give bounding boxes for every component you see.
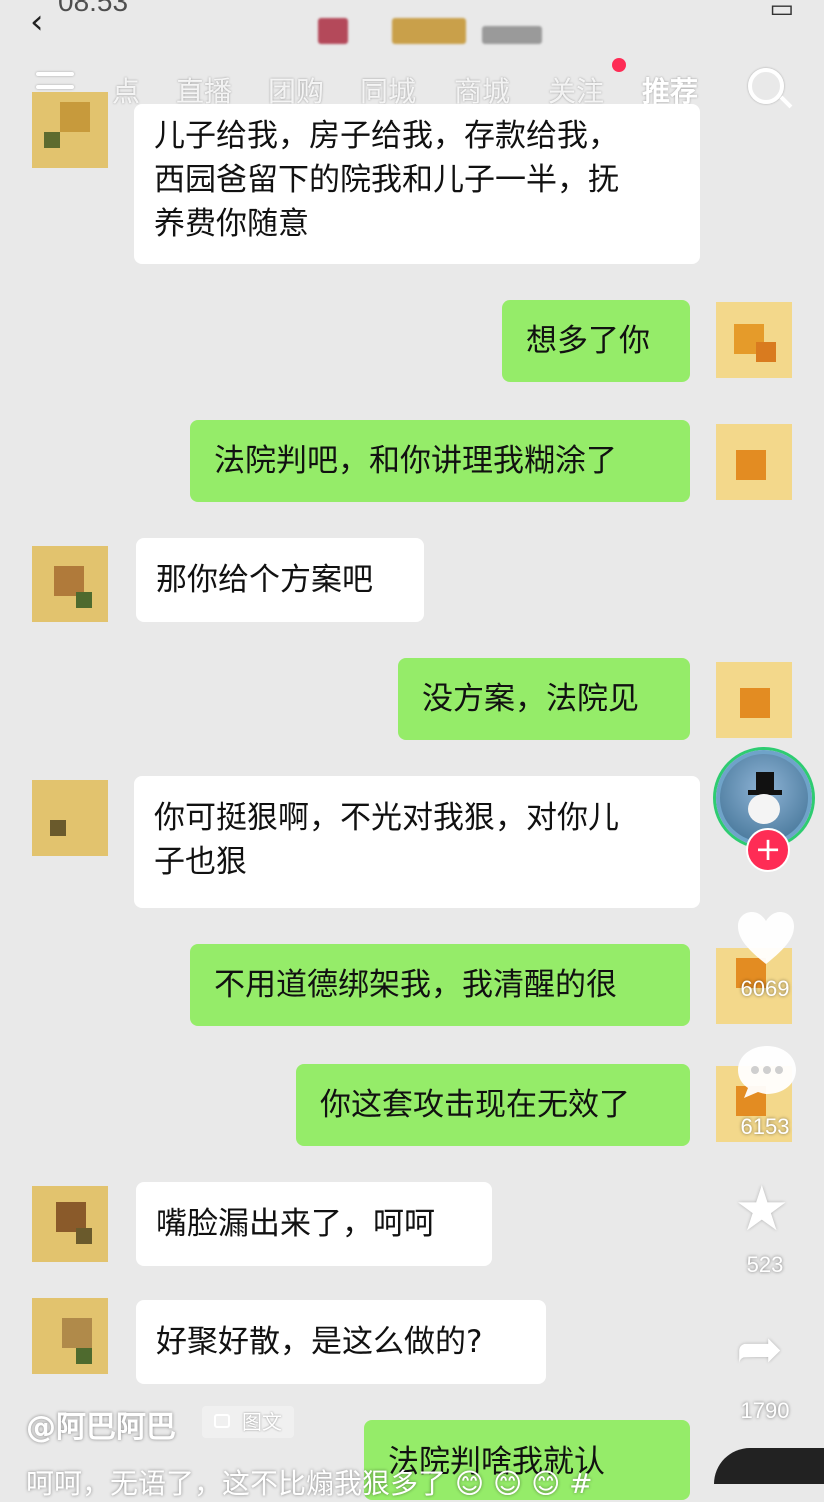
message-line: 子也狠 (154, 844, 247, 880)
chat-bubble-incoming: 你可挺狠啊，不光对我狠，对你儿 子也狠 (134, 776, 700, 908)
message-line: 西园爸留下的院我和儿子一半，抚 (154, 162, 619, 198)
contact-avatar (32, 1186, 108, 1262)
chat-bubble-outgoing: 没方案，法院见 (398, 658, 690, 740)
message-line: 儿子给我，房子给我，存款给我， (154, 118, 619, 154)
post-type-label: 图文 (242, 1410, 282, 1434)
post-caption[interactable]: 呵呵，无语了，这不比煽我狠多了 😊 😊 😊 # (26, 1462, 593, 1502)
chat-bubble-outgoing: 想多了你 (502, 300, 690, 382)
tab-dian[interactable]: 点 (112, 70, 140, 110)
chat-bubble-incoming: 好聚好散，是这么做的? (136, 1300, 546, 1384)
share-icon[interactable]: ➦ (736, 1322, 783, 1378)
duck-icon (748, 794, 780, 824)
status-time: 08:53 (58, 0, 129, 17)
share-count: 1790 (740, 1398, 790, 1423)
message-line: 法院判吧，和你讲理我糊涂了 (214, 443, 617, 479)
message-line: 不用道德绑架我，我清醒的很 (214, 967, 617, 1003)
chat-bubble-outgoing: 你这套攻击现在无效了 (296, 1064, 690, 1146)
contact-avatar (32, 92, 108, 168)
back-icon[interactable]: ‹ (30, 2, 44, 42)
comment-icon[interactable] (736, 1044, 798, 1098)
my-avatar (716, 302, 792, 378)
search-icon[interactable] (748, 68, 784, 104)
chat-bubble-outgoing: 不用道德绑架我，我清醒的很 (190, 944, 690, 1026)
blurred-title (318, 18, 348, 44)
music-disc[interactable] (714, 1448, 824, 1484)
post-type-tag: 图文 (202, 1406, 294, 1438)
chat-bubble-incoming: 儿子给我，房子给我，存款给我， 西园爸留下的院我和儿子一半，抚 养费你随意 (134, 104, 700, 264)
message-line: 没方案，法院见 (422, 681, 639, 717)
my-avatar (716, 662, 792, 738)
action-sidebar: + 6069 6153 ★ 523 ➦ 1790 (706, 740, 824, 1500)
comment-count: 6153 (740, 1114, 790, 1139)
blurred-title (482, 26, 542, 44)
contact-avatar (32, 780, 108, 856)
message-line: 你可挺狠啊，不光对我狠，对你儿 (154, 800, 619, 836)
heart-icon[interactable] (736, 910, 796, 966)
my-avatar (716, 424, 792, 500)
message-line: 你这套攻击现在无效了 (320, 1087, 630, 1123)
notification-dot (612, 58, 626, 72)
message-line: 那你给个方案吧 (156, 562, 373, 598)
message-line: 养费你随意 (154, 206, 309, 242)
chat-bubble-incoming: 嘴脸漏出来了，呵呵 (136, 1182, 492, 1266)
status-bar: ‹ 08:53 ▭ (0, 0, 824, 50)
message-line: 嘴脸漏出来了，呵呵 (156, 1206, 435, 1242)
blurred-title (392, 18, 466, 44)
chat-bubble-incoming: 那你给个方案吧 (136, 538, 424, 622)
author-handle[interactable]: @阿巴阿巴 (26, 1402, 176, 1446)
message-line: 好聚好散，是这么做的? (156, 1324, 483, 1360)
follow-button[interactable]: + (746, 828, 790, 872)
battery-icon: ▭ (769, 0, 794, 24)
contact-avatar (32, 546, 108, 622)
contact-avatar (32, 1298, 108, 1374)
like-count: 6069 (740, 976, 790, 1001)
message-line: 想多了你 (526, 323, 650, 359)
favorite-count: 523 (746, 1252, 784, 1277)
chat-bubble-outgoing: 法院判吧，和你讲理我糊涂了 (190, 420, 690, 502)
image-text-icon (214, 1414, 230, 1428)
hat-icon (748, 772, 782, 795)
star-icon[interactable]: ★ (734, 1178, 790, 1240)
